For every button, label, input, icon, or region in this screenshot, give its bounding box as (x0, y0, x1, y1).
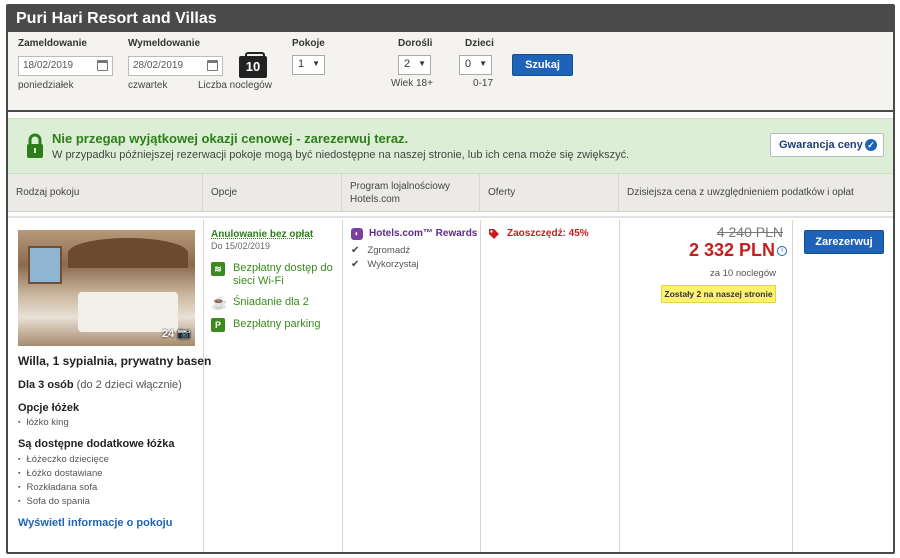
checkin-value: 18/02/2019 (23, 60, 74, 71)
cancellation-deadline: Do 15/02/2019 (211, 241, 271, 251)
header-offers: Oferty (480, 174, 619, 212)
room-photo-detail (28, 246, 62, 284)
extra-beds-title: Są dostępne dodatkowe łóżka (18, 438, 175, 450)
extra-beds-list: Łóżeczko dziecięce Łóżko dostawiane Rozk… (18, 453, 109, 509)
loyalty-item-label: Wykorzystaj (367, 259, 419, 270)
column-divider (480, 220, 481, 552)
room-name: Willa, 1 sypialnia, prywatny basen (18, 354, 212, 368)
header-room-type: Rodzaj pokoju (8, 174, 203, 212)
price-guarantee-label: Gwarancja ceny (779, 139, 863, 151)
room-photo-detail (78, 292, 178, 332)
coffee-icon: ☕ (211, 295, 228, 310)
nights-label: Liczba noclegów (198, 80, 272, 91)
price-promo-banner: Nie przegap wyjątkowej okazji cenowej - … (8, 118, 893, 174)
chevron-down-icon: ▼ (312, 59, 320, 68)
amenity-label: Bezpłatny parking (233, 318, 321, 330)
occupancy-note: (do 2 dzieci włącznie) (73, 379, 182, 391)
header-options: Opcje (203, 174, 342, 212)
loyalty-item: ✔ Wykorzystaj (351, 259, 419, 270)
nights-count-badge: 10 (239, 52, 267, 78)
photo-count-value: 24 (161, 328, 175, 340)
promo-text: W przypadku późniejszej rezerwacji pokoj… (52, 149, 630, 161)
original-price: 4 240 PLN (716, 224, 783, 240)
header-price: Dzisiejsza cena z uwzględnieniem podatkó… (627, 187, 854, 198)
column-divider (792, 220, 793, 552)
adults-select[interactable]: 2 ▼ (398, 55, 431, 75)
check-icon: ✔ (351, 245, 360, 256)
info-icon: ✓ (865, 139, 877, 151)
list-item: Łóżeczko dziecięce (18, 453, 108, 467)
amenity-label: Bezpłatny dostęp do sieci Wi-Fi (233, 262, 333, 287)
checkout-day: czwartek (128, 80, 168, 91)
bed-options-title: Opcje łóżek (18, 402, 80, 414)
search-button[interactable]: Szukaj (512, 54, 573, 76)
free-cancellation-link[interactable]: Anulowanie bez opłat (211, 229, 313, 240)
checkout-label: Wymeldowanie (128, 38, 201, 49)
calendar-icon[interactable] (207, 60, 218, 71)
children-label: Dzieci (465, 38, 494, 49)
list-item: Sofa do spania (18, 495, 109, 509)
price-nights-note: za 10 noclegów (709, 268, 776, 279)
promo-title: Nie przegap wyjątkowej okazji cenowej - … (52, 131, 409, 146)
bed-options-list: łóżko king (18, 416, 68, 430)
loyalty-item: ✔ Zgromadź (351, 245, 410, 256)
discounted-price: 2 332 PLN (688, 240, 775, 260)
rooms-value: 1 (298, 58, 305, 70)
checkout-value: 28/02/2019 (133, 60, 184, 71)
amenity-label: Śniadanie dla 2 (233, 296, 309, 308)
price-tag-icon (489, 229, 499, 239)
search-form: Zameldowanie 18/02/2019 poniedziałek Wym… (8, 32, 893, 110)
row-divider (8, 216, 893, 218)
adults-age-note: Wiek 18+ (391, 78, 433, 89)
column-divider (619, 220, 620, 552)
occupancy-count: Dla 3 osób (18, 379, 74, 391)
hotel-title: Puri Hari Resort and Villas (16, 10, 217, 27)
loyalty-item-label: Zgromadź (367, 245, 411, 256)
photo-count: 24 📷 (162, 327, 191, 340)
calendar-icon[interactable] (97, 60, 108, 71)
chevron-down-icon: ▼ (479, 59, 487, 68)
room-occupancy: Dla 3 osób (do 2 dzieci włącznie) (18, 379, 182, 391)
chevron-down-icon: ▼ (418, 59, 426, 68)
price-guarantee-button[interactable]: Gwarancja ceny ✓ (770, 133, 884, 157)
room-photo[interactable]: 24 📷 (18, 230, 195, 346)
discount-offer: Zaoszczędź: 45% (507, 228, 589, 239)
children-value: 0 (465, 58, 472, 70)
column-divider (203, 220, 204, 552)
availability-badge: Zostały 2 na naszej stronie (661, 285, 776, 303)
children-select[interactable]: 0 ▼ (459, 55, 492, 75)
room-photo-detail (68, 238, 188, 268)
hotel-rooms-panel: Puri Hari Resort and Villas Zameldowanie… (6, 4, 895, 554)
children-age-note: 0-17 (473, 78, 494, 89)
list-item: Łóżko dostawiane (18, 467, 109, 481)
rooms-label: Pokoje (292, 38, 325, 49)
parking-icon: P (211, 318, 225, 332)
check-icon: ✔ (351, 259, 360, 270)
checkout-input[interactable]: 28/02/2019 (128, 56, 223, 76)
room-info-link[interactable]: Wyświetl informacje o pokoju (18, 517, 172, 529)
info-icon[interactable]: i (777, 246, 787, 256)
wifi-icon: ≋ (211, 262, 225, 276)
checkin-day: poniedziałek (18, 80, 74, 91)
camera-icon: 📷 (177, 328, 191, 340)
adults-value: 2 (404, 58, 411, 70)
lock-icon (27, 133, 43, 158)
checkin-input[interactable]: 18/02/2019 (18, 56, 113, 76)
rooms-select[interactable]: 1 ▼ (292, 55, 325, 75)
list-item: łóżko king (18, 416, 68, 430)
list-item: Rozkładana sofa (18, 481, 109, 495)
adults-label: Dorośli (398, 38, 433, 49)
rooms-table-header: Rodzaj pokoju Opcje Program lojalnościow… (8, 174, 893, 212)
book-button[interactable]: Zarezerwuj (804, 230, 884, 254)
header-loyalty: Program lojalnościowy Hotels.com (342, 174, 480, 212)
rewards-title: Hotels.com™ Rewards (369, 228, 478, 239)
rewards-icon: ◐ (351, 228, 363, 240)
checkin-label: Zameldowanie (18, 38, 87, 49)
rooms-content: Nie przegap wyjątkowej okazji cenowej - … (8, 112, 893, 552)
